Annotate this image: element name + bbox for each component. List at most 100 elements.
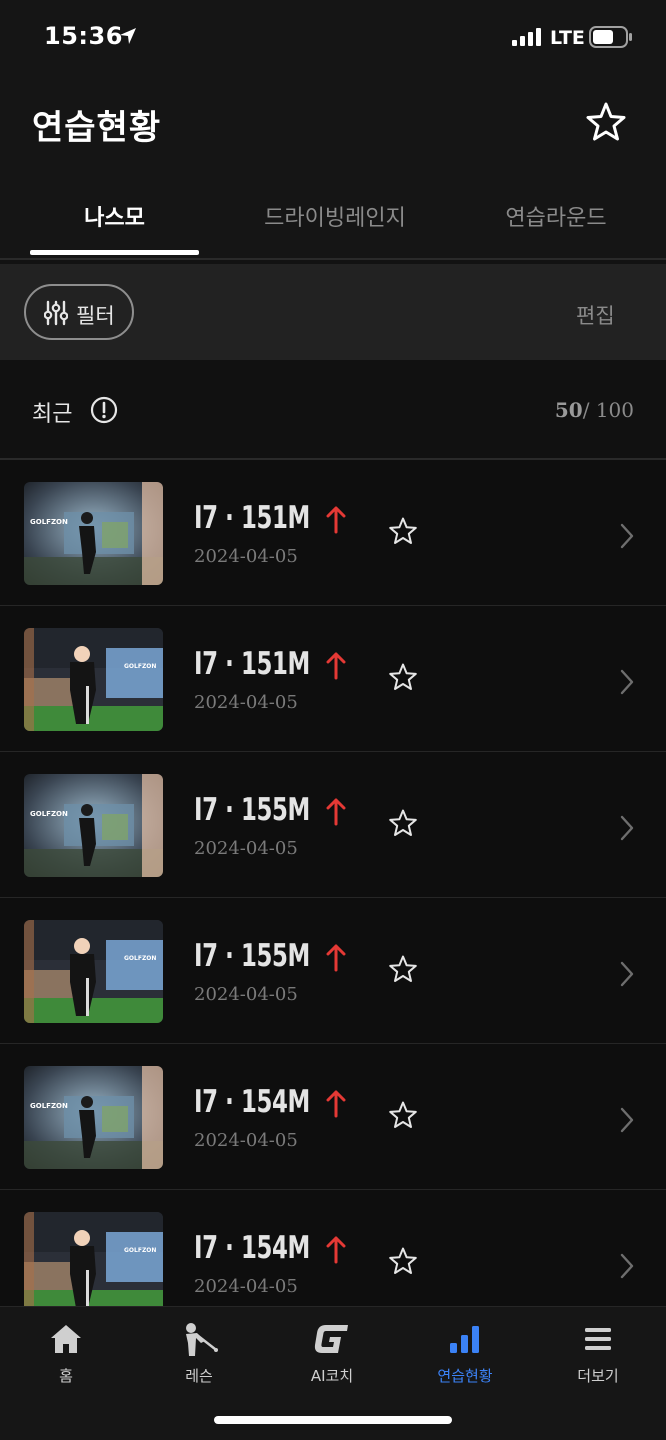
info-icon[interactable]	[90, 396, 118, 424]
nav-item-lesson[interactable]: 레슨	[139, 1319, 259, 1386]
shot-summary: I7 · 154M	[194, 1230, 310, 1266]
svg-text:GOLFZON: GOLFZON	[30, 1102, 68, 1110]
trend-up-arrow-icon	[326, 798, 346, 826]
chevron-right-icon[interactable]	[618, 1106, 636, 1134]
status-time: 15:36	[44, 22, 123, 50]
home-icon	[51, 1325, 81, 1353]
svg-text:GOLFZON: GOLFZON	[124, 955, 156, 962]
active-tab-indicator	[30, 250, 199, 255]
filter-button[interactable]: 필터	[24, 284, 134, 340]
nav-item-ai-coach[interactable]: AI코치	[272, 1319, 392, 1386]
list-item[interactable]: GOLFZON I7 · 151M 2024-04-05	[0, 460, 666, 606]
favorites-star-icon[interactable]	[584, 100, 628, 144]
svg-text:GOLFZON: GOLFZON	[30, 810, 68, 818]
shot-summary: I7 · 155M	[194, 792, 310, 828]
swing-thumbnail[interactable]: GOLFZON	[24, 628, 163, 731]
shot-distance: 155M	[240, 938, 310, 974]
bookmark-star-icon[interactable]	[388, 662, 418, 692]
video-count: 50/ 100	[555, 398, 634, 422]
chevron-right-icon[interactable]	[618, 522, 636, 550]
club-name: I7	[194, 646, 218, 682]
list-item[interactable]: GOLFZON I7 · 151M 2024-04-05	[0, 606, 666, 752]
svg-text:GOLFZON: GOLFZON	[124, 663, 156, 670]
menu-icon	[585, 1328, 611, 1350]
list-item[interactable]: GOLFZON I7 · 154M 2024-04-05	[0, 1190, 666, 1306]
filter-label: 필터	[76, 304, 115, 328]
swing-thumbnail[interactable]: GOLFZON	[24, 1212, 163, 1306]
chevron-right-icon[interactable]	[618, 1252, 636, 1280]
nav-item-more[interactable]: 더보기	[538, 1319, 658, 1386]
swing-thumbnail[interactable]: GOLFZON	[24, 1066, 163, 1169]
list-item[interactable]: GOLFZON I7 · 154M 2024-04-05	[0, 1044, 666, 1190]
bookmark-star-icon[interactable]	[388, 516, 418, 546]
trend-up-arrow-icon	[326, 1090, 346, 1118]
swing-thumbnail[interactable]: GOLFZON	[24, 482, 163, 585]
shot-summary: I7 · 155M	[194, 938, 310, 974]
location-arrow-icon	[120, 28, 136, 44]
tab-practice-round[interactable]: 연습라운드	[478, 200, 634, 232]
header-divider	[0, 258, 666, 260]
nav-item-home[interactable]: 홈	[6, 1319, 126, 1386]
golfer-icon	[186, 1323, 218, 1356]
shot-date: 2024-04-05	[194, 546, 298, 567]
shot-summary: I7 · 151M	[194, 500, 310, 536]
recent-label: 최근	[32, 402, 73, 427]
filter-bar: 필터 편집	[0, 264, 666, 360]
shot-distance: 154M	[240, 1230, 310, 1266]
list-item[interactable]: GOLFZON I7 · 155M 2024-04-05	[0, 752, 666, 898]
shot-summary: I7 · 154M	[194, 1084, 310, 1120]
club-name: I7	[194, 938, 218, 974]
swing-thumbnail[interactable]: GOLFZON	[24, 920, 163, 1023]
shot-date: 2024-04-05	[194, 1276, 298, 1297]
nav-label-home: 홈	[59, 1367, 73, 1385]
app-header: 연습현황 나스모 드라이빙레인지 연습라운드	[0, 74, 666, 260]
video-count-total: / 100	[582, 398, 634, 422]
shot-distance: 154M	[240, 1084, 310, 1120]
nav-label-more: 더보기	[577, 1367, 619, 1385]
tab-driving-range[interactable]: 드라이빙레인지	[238, 200, 432, 232]
club-name: I7	[194, 792, 218, 828]
svg-text:GOLFZON: GOLFZON	[124, 1247, 156, 1254]
bookmark-star-icon[interactable]	[388, 1100, 418, 1130]
tab-nasmo[interactable]: 나스모	[30, 200, 199, 232]
list-item[interactable]: GOLFZON I7 · 155M 2024-04-05	[0, 898, 666, 1044]
video-count-current: 50	[554, 398, 583, 422]
status-bar: 15:36 LTE	[0, 0, 666, 74]
shot-date: 2024-04-05	[194, 984, 298, 1005]
club-name: I7	[194, 1230, 218, 1266]
swing-thumbnail[interactable]: GOLFZON	[24, 774, 163, 877]
nav-label-practice-status: 연습현황	[437, 1367, 493, 1385]
page-title: 연습현황	[32, 108, 162, 148]
shot-summary: I7 · 151M	[194, 646, 310, 682]
swing-video-list: GOLFZON I7 · 151M 2024-04-05 GOLFZON I7 …	[0, 460, 666, 1306]
shot-date: 2024-04-05	[194, 1130, 298, 1151]
recent-section-header: 최근 50/ 100	[0, 360, 666, 458]
trend-up-arrow-icon	[326, 944, 346, 972]
shot-date: 2024-04-05	[194, 838, 298, 859]
nav-item-practice-status[interactable]: 연습현황	[405, 1319, 525, 1386]
bookmark-star-icon[interactable]	[388, 1246, 418, 1276]
club-name: I7	[194, 1084, 218, 1120]
chevron-right-icon[interactable]	[618, 814, 636, 842]
club-name: I7	[194, 500, 218, 536]
shot-date: 2024-04-05	[194, 692, 298, 713]
shot-distance: 151M	[240, 646, 310, 682]
svg-text:GOLFZON: GOLFZON	[30, 518, 68, 526]
shot-distance: 155M	[240, 792, 310, 828]
trend-up-arrow-icon	[326, 1236, 346, 1264]
trend-up-arrow-icon	[326, 652, 346, 680]
bar-chart-icon	[450, 1326, 479, 1353]
trend-up-arrow-icon	[326, 506, 346, 534]
shot-distance: 151M	[240, 500, 310, 536]
bookmark-star-icon[interactable]	[388, 954, 418, 984]
bookmark-star-icon[interactable]	[388, 808, 418, 838]
battery-icon	[589, 26, 632, 48]
network-type: LTE	[550, 27, 585, 49]
edit-button[interactable]: 편집	[576, 300, 615, 330]
chevron-right-icon[interactable]	[618, 960, 636, 988]
chevron-right-icon[interactable]	[618, 668, 636, 696]
nav-label-ai-coach: AI코치	[310, 1367, 354, 1385]
home-indicator	[214, 1416, 452, 1424]
sliders-icon	[44, 300, 68, 326]
signal-icon	[512, 28, 541, 46]
